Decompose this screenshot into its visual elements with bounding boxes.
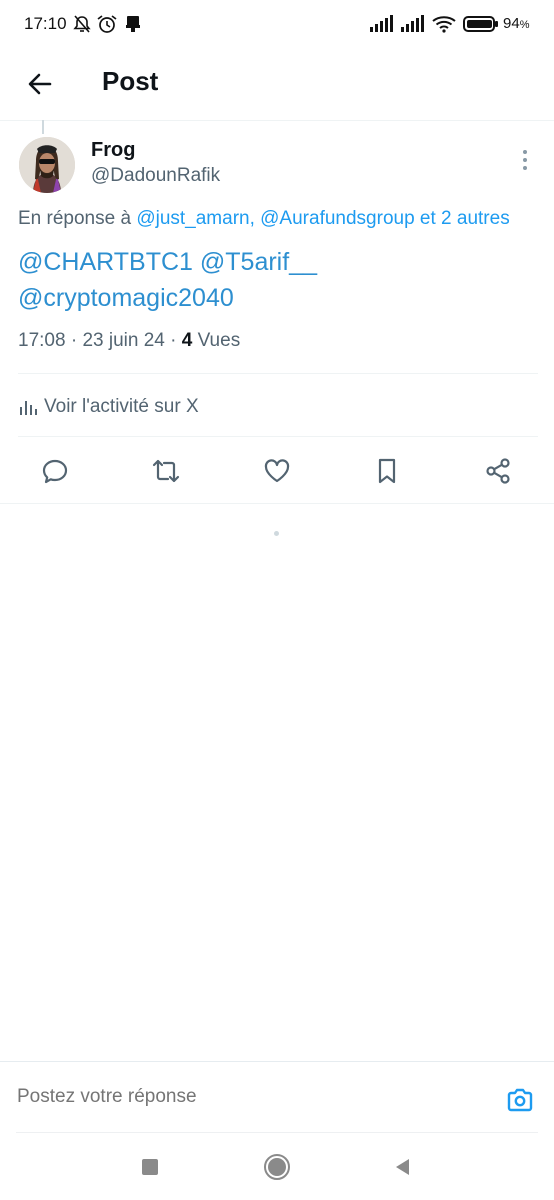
usb-debug-icon xyxy=(126,16,140,32)
share-button[interactable] xyxy=(480,453,516,489)
divider xyxy=(18,373,538,374)
battery-icon xyxy=(463,16,498,32)
post-date: 23 juin 24 xyxy=(82,330,165,351)
wifi-icon xyxy=(432,16,456,33)
back-button[interactable] xyxy=(22,66,58,102)
camera-icon xyxy=(507,1088,533,1112)
thread-connector-line xyxy=(42,120,44,134)
reply-button[interactable] xyxy=(37,453,73,489)
back-nav-button[interactable] xyxy=(386,1150,420,1184)
views-label: Vues xyxy=(197,330,241,351)
home-circle-icon xyxy=(264,1154,290,1180)
repost-button[interactable] xyxy=(148,453,184,489)
post-text: @CHARTBTC1 @T5arif__ @cryptomagic2040 xyxy=(18,244,538,316)
avatar[interactable] xyxy=(19,137,75,193)
like-icon xyxy=(264,459,290,483)
page-title: Post xyxy=(102,66,159,96)
reply-context: En réponse à @just_amarn, @Aurafundsgrou… xyxy=(18,208,510,230)
reply-icon xyxy=(42,459,68,484)
recents-button[interactable] xyxy=(133,1150,167,1184)
avatar-image xyxy=(19,137,75,193)
recents-square-icon xyxy=(142,1159,158,1175)
divider xyxy=(18,436,538,437)
reply-prefix: En réponse à xyxy=(18,208,137,229)
bookmark-icon xyxy=(378,458,396,484)
view-activity-link[interactable]: Voir l'activité sur X xyxy=(18,393,199,421)
view-activity-label: Voir l'activité sur X xyxy=(44,396,199,417)
like-button[interactable] xyxy=(259,453,295,489)
analytics-icon xyxy=(20,401,37,415)
author-handle[interactable]: @DadounRafik xyxy=(91,165,220,187)
author-name[interactable]: Frog xyxy=(91,139,135,162)
post-metadata: 17:08 · 23 juin 24 · 4 Vues xyxy=(18,330,241,351)
status-clock: 17:10 xyxy=(24,14,67,33)
reply-mentions-link[interactable]: @just_amarn, @Aurafundsgroup et 2 autres xyxy=(136,208,509,229)
back-triangle-icon xyxy=(396,1159,409,1175)
more-options-button[interactable] xyxy=(512,146,538,174)
post-text-line[interactable]: @cryptomagic2040 xyxy=(18,280,538,316)
post-time: 17:08 xyxy=(18,330,66,351)
share-icon xyxy=(486,458,510,484)
loading-indicator xyxy=(274,531,279,536)
views-count: 4 xyxy=(181,330,193,351)
bookmark-button[interactable] xyxy=(369,453,405,489)
alarm-icon xyxy=(97,15,117,33)
mute-notifications-icon xyxy=(73,15,91,33)
divider xyxy=(0,1061,554,1062)
more-vertical-icon xyxy=(523,150,527,170)
top-app-bar: Post xyxy=(0,52,554,121)
home-button[interactable] xyxy=(260,1150,294,1184)
signal-icon xyxy=(370,15,393,32)
reply-input[interactable] xyxy=(17,1086,477,1108)
arrow-left-icon xyxy=(28,73,52,95)
repost-icon xyxy=(152,459,180,483)
signal-icon xyxy=(401,15,424,32)
divider xyxy=(0,503,554,504)
status-bar: 17:10 94% xyxy=(0,0,554,52)
post-text-line[interactable]: @CHARTBTC1 @T5arif__ xyxy=(18,244,538,280)
camera-button[interactable] xyxy=(502,1082,538,1118)
battery-level: 94% xyxy=(503,15,530,32)
